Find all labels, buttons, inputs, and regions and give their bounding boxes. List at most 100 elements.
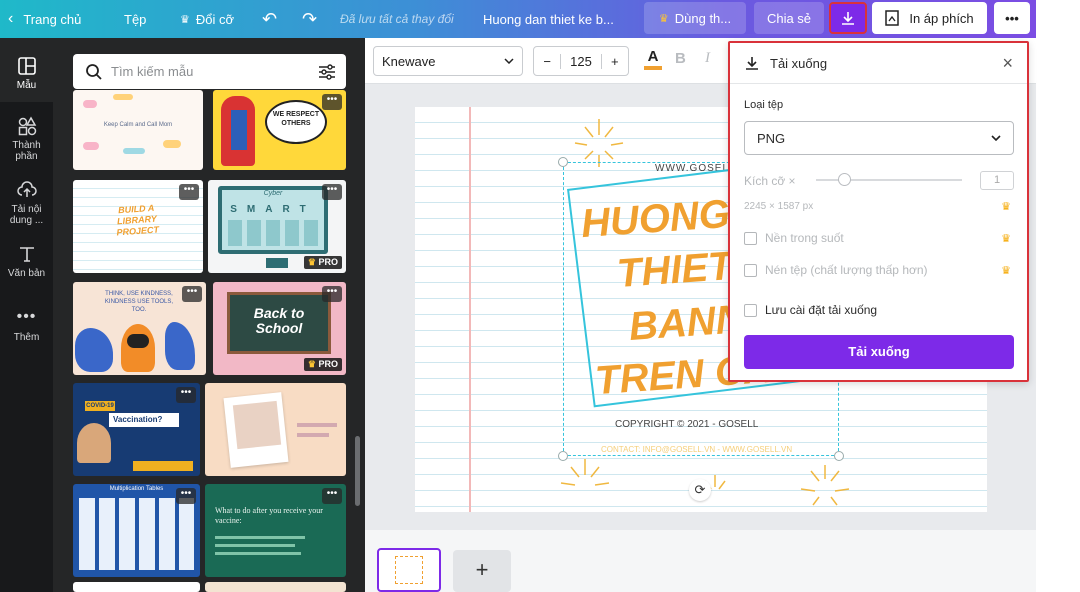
rail-item-text[interactable]: Văn bản [0, 244, 53, 279]
rail-item-uploads[interactable]: Tải nội dung ... [0, 180, 53, 226]
save-status: Đã lưu tất cả thay đổi [340, 12, 454, 26]
template-thumbnail[interactable]: Multiplication Tables ••• [73, 484, 200, 577]
template-thumbnail[interactable]: Back to School ••• ♛ PRO [213, 282, 346, 375]
rail-label: Tải nội dung ... [9, 204, 44, 226]
font-dropdown[interactable]: Knewave [373, 46, 523, 76]
download-panel: Tải xuống × Loại tệp PNG Kích cỡ × 1 224… [728, 41, 1029, 382]
download-submit-button[interactable]: Tải xuống [744, 335, 1014, 369]
chevron-down-icon [991, 135, 1001, 141]
template-icon [17, 57, 36, 75]
template-thumbnail[interactable]: THINK, USE KINDNESS, KINDNESS USE TOOLS,… [73, 282, 206, 375]
more-options-icon[interactable]: ••• [322, 286, 342, 302]
download-button[interactable] [829, 2, 867, 34]
file-type-value: PNG [757, 130, 786, 146]
transparent-option[interactable]: Nền trong suốt [744, 231, 844, 245]
more-options-icon[interactable]: ••• [182, 286, 202, 302]
compress-label: Nén tệp (chất lượng thấp hơn) [765, 263, 928, 277]
file-menu[interactable]: Tệp [124, 0, 146, 38]
size-slider[interactable] [816, 173, 962, 186]
size-value-input[interactable]: 1 [980, 171, 1014, 190]
rail-item-elements[interactable]: Thành phần [0, 116, 53, 162]
slider-thumb[interactable] [838, 173, 851, 186]
transparent-checkbox[interactable] [744, 231, 757, 245]
more-options-button[interactable]: ••• [994, 2, 1030, 34]
font-size-value[interactable]: 125 [561, 54, 600, 69]
rail-item-templates[interactable]: Mẫu [0, 38, 53, 102]
right-edge [1036, 0, 1080, 592]
template-thumbnail[interactable]: What to do after you receive your vaccin… [205, 484, 346, 577]
pages-bar: + [365, 530, 1036, 592]
template-thumbnail[interactable]: Keep Calm and Call Mom [73, 90, 203, 170]
resize-handle[interactable] [558, 451, 568, 461]
crown-icon: ♛ [1001, 233, 1011, 245]
size-label: Kích cỡ × [744, 174, 796, 188]
print-poster-button[interactable]: In áp phích [872, 2, 987, 34]
share-button[interactable]: Chia sẻ [754, 2, 824, 34]
file-type-select[interactable]: PNG [744, 121, 1014, 155]
transparent-label: Nền trong suốt [765, 231, 844, 245]
template-thumbnail[interactable] [73, 582, 200, 592]
more-options-icon[interactable]: ••• [176, 488, 196, 504]
decrease-size-button[interactable]: − [534, 53, 562, 69]
thumb-text: Vaccination? [109, 413, 179, 427]
rail-label: Thành phần [12, 140, 41, 162]
pro-badge: ♛ PRO [303, 358, 342, 371]
design-contact: CONTACT: INFO@GOSELL.VN - WWW.GOSELL.VN [601, 445, 793, 454]
more-options-icon[interactable]: ••• [322, 184, 342, 200]
bold-button[interactable]: B [675, 50, 686, 67]
try-pro-button[interactable]: ♛ Dùng th... [644, 2, 746, 34]
template-search[interactable]: Tìm kiếm mẫu [73, 54, 346, 89]
rail-label: Văn bản [7, 268, 46, 279]
save-settings-option[interactable]: Lưu cài đặt tải xuống [744, 303, 877, 317]
undo-icon[interactable]: ↶ [262, 0, 277, 38]
template-thumbnail[interactable]: COVID-19 Vaccination? ••• [73, 383, 200, 476]
home-link[interactable]: ‹ Trang chủ [8, 0, 81, 38]
side-rail: Mẫu Thành phần Tải nội dung ... Văn bản … [0, 38, 53, 592]
add-page-button[interactable]: + [453, 550, 511, 592]
design-title[interactable]: Huong dan thiet ke b... [483, 0, 614, 38]
page-thumbnail[interactable] [377, 548, 441, 592]
more-options-icon[interactable]: ••• [176, 387, 196, 403]
resize-handle[interactable] [558, 157, 568, 167]
design-title-line[interactable]: THIET [616, 244, 734, 296]
text-color-button[interactable]: A [643, 48, 663, 74]
home-label: Trang chủ [23, 11, 82, 27]
compress-option[interactable]: Nén tệp (chất lượng thấp hơn) [744, 263, 928, 277]
more-options-icon[interactable]: ••• [179, 184, 199, 200]
download-icon [842, 12, 854, 25]
template-thumbnail[interactable]: Cyber SMART ••• ♛ PRO [208, 180, 346, 273]
resize-handle[interactable] [834, 451, 844, 461]
thumb-text: SMART [230, 204, 316, 215]
font-size-stepper[interactable]: − 125 + [533, 46, 629, 76]
thumb-text: What to do after you receive your vaccin… [215, 506, 323, 525]
compress-checkbox[interactable] [744, 263, 757, 277]
save-settings-label: Lưu cài đặt tải xuống [765, 303, 878, 317]
search-icon [86, 63, 102, 80]
thumb-text: THINK, USE KINDNESS, KINDNESS USE TOOLS,… [104, 291, 174, 313]
file-type-label: Loại tệp [744, 99, 784, 111]
download-panel-header: Tải xuống [744, 55, 827, 71]
crown-icon: ♛ [1001, 265, 1011, 277]
panel-scrollbar[interactable] [355, 436, 360, 506]
close-icon[interactable]: × [1002, 53, 1013, 74]
italic-button[interactable]: I [705, 50, 710, 67]
save-settings-checkbox[interactable] [744, 303, 757, 317]
rail-item-more[interactable]: ••• Thêm [0, 308, 53, 343]
more-options-icon[interactable]: ••• [322, 488, 342, 504]
filter-icon[interactable] [318, 63, 336, 80]
template-thumbnail[interactable] [205, 383, 346, 476]
resize-menu[interactable]: ♛ Đổi cỡ [180, 0, 234, 38]
text-icon [19, 247, 34, 262]
more-options-icon[interactable]: ••• [322, 94, 342, 110]
pro-label: PRO [318, 359, 338, 369]
top-bar: ‹ Trang chủ Tệp ♛ Đổi cỡ ↶ ↷ Đã lưu tất … [0, 0, 1036, 38]
increase-size-button[interactable]: + [600, 53, 628, 69]
rotate-icon[interactable]: ⟳ [689, 479, 711, 501]
pro-badge: ♛ PRO [303, 256, 342, 269]
redo-icon[interactable]: ↷ [302, 0, 317, 38]
template-thumbnail[interactable] [205, 582, 346, 592]
rail-label: Mẫu [16, 80, 37, 91]
template-thumbnail[interactable]: BUILD A LIBRARY PROJECT ••• [73, 180, 203, 273]
template-thumbnail[interactable]: WE RESPECT OTHERS ••• [213, 90, 346, 170]
text-color-icon: A [647, 48, 659, 65]
